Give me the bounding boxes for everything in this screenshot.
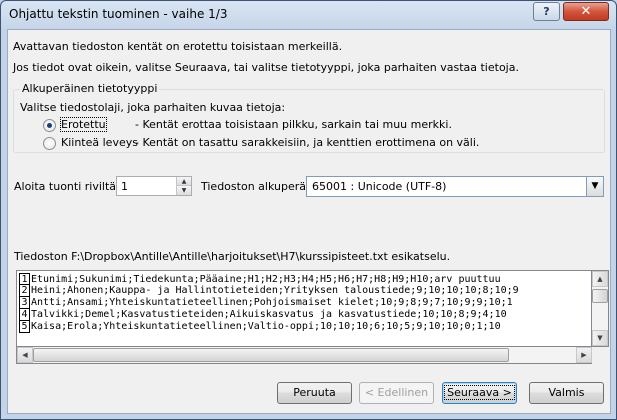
original-type-group: Alkuperäinen tietotyyppi Valitse tiedost…	[13, 82, 605, 153]
preview-caption: Tiedoston F:\Dropbox\Antille\Antille\har…	[14, 250, 451, 263]
delimited-radio[interactable]	[43, 119, 56, 132]
next-button[interactable]: Seuraava >	[442, 382, 517, 404]
file-origin-label: Tiedoston alkuperä:	[201, 180, 310, 193]
delimited-label-text: Erotettu	[60, 117, 107, 132]
cancel-button[interactable]: Peruuta	[277, 382, 352, 404]
row-number: 3	[19, 297, 30, 309]
start-row-value[interactable]: 1	[121, 180, 128, 193]
close-button[interactable]: ✕	[563, 2, 609, 21]
preview-row: 1 Etunimi;Sukunimi;Tiedekunta;Pääaine;H1;…	[17, 273, 587, 285]
window-title: Ohjattu tekstin tuominen - vaihe 1/3	[9, 7, 228, 21]
vertical-scroll-thumb[interactable]	[592, 289, 608, 303]
row-text: Heini;Ahonen;Kauppa- ja Hallintotieteide…	[31, 285, 519, 296]
fixed-width-radio[interactable]	[43, 137, 56, 150]
delimited-description: - Kentät erottaa toisistaan pilkku, sark…	[135, 118, 452, 131]
preview-vertical-scrollbar[interactable]: ▲ ▼	[592, 270, 609, 347]
radio-selected-dot	[47, 123, 52, 128]
finish-button[interactable]: Valmis	[529, 382, 604, 404]
back-button[interactable]: < Edellinen	[359, 382, 434, 404]
preview-row: 2 Heini;Ahonen;Kauppa- ja Hallintotieteid…	[17, 285, 587, 297]
import-wizard-window: Ohjattu tekstin tuominen - vaihe 1/3 ? ✕…	[0, 0, 617, 420]
row-number: 5	[19, 321, 30, 333]
scroll-left-icon[interactable]: ◀	[17, 347, 33, 363]
intro-text-1: Avattavan tiedoston kentät on erotettu t…	[13, 40, 343, 53]
help-button[interactable]: ?	[533, 2, 560, 21]
row-text: Etunimi;Sukunimi;Tiedekunta;Pääaine;H1;H…	[31, 274, 501, 285]
preview-row: 4 Talvikki;Demel;Kasvatustieteiden;Aikuis…	[17, 309, 587, 321]
file-origin-value: 65001 : Unicode (UTF-8)	[312, 180, 447, 193]
delimited-label[interactable]: Erotettu	[60, 117, 107, 132]
dialog-body: Avattavan tiedoston kentät on erotettu t…	[7, 29, 611, 414]
fixed-width-description: - Kentät on tasattu sarakkeisiin, ja ken…	[135, 136, 480, 149]
file-type-prompt: Valitse tiedostolaji, joka parhaiten kuv…	[20, 101, 286, 114]
intro-text-2: Jos tiedot ovat oikein, valitse Seuraava…	[13, 61, 519, 74]
scroll-up-icon[interactable]: ▲	[592, 271, 608, 287]
start-row-label: Aloita tuonti riviltä:	[14, 180, 120, 193]
file-origin-dropdown[interactable]: 65001 : Unicode (UTF-8) ▼	[306, 176, 604, 197]
row-number: 4	[19, 309, 30, 321]
spin-up-icon[interactable]: ▲	[176, 177, 191, 186]
row-text: Talvikki;Demel;Kasvatustieteiden;Aikuisk…	[31, 309, 507, 320]
row-number: 2	[19, 285, 30, 297]
scroll-down-icon[interactable]: ▼	[592, 330, 608, 346]
preview-row: 3 Antti;Ansami;Yhteiskuntatieteellinen;Po…	[17, 297, 587, 309]
row-text: Kaisa;Erola;Yhteiskuntatieteellinen;Valt…	[31, 321, 501, 332]
preview-pane[interactable]: 1 Etunimi;Sukunimi;Tiedekunta;Pääaine;H1;…	[16, 270, 592, 347]
next-button-label: Seuraava >	[444, 385, 515, 400]
chevron-down-icon[interactable]: ▼	[586, 177, 603, 196]
scroll-corner	[592, 347, 609, 364]
preview-row: 5 Kaisa;Erola;Yhteiskuntatieteellinen;Val…	[17, 321, 587, 333]
preview-horizontal-scrollbar[interactable]: ◀ ▶	[16, 347, 592, 364]
row-text: Antti;Ansami;Yhteiskuntatieteellinen;Poh…	[31, 297, 513, 308]
scroll-right-icon[interactable]: ▶	[576, 347, 592, 363]
fixed-width-label[interactable]: Kiinteä leveys	[61, 136, 138, 149]
horizontal-scroll-thumb[interactable]	[33, 348, 509, 362]
start-row-spinner[interactable]: 1 ▲ ▼	[116, 176, 192, 196]
spin-down-icon[interactable]: ▼	[176, 186, 191, 195]
row-number: 1	[19, 273, 30, 285]
group-title: Alkuperäinen tietotyyppi	[20, 82, 160, 95]
